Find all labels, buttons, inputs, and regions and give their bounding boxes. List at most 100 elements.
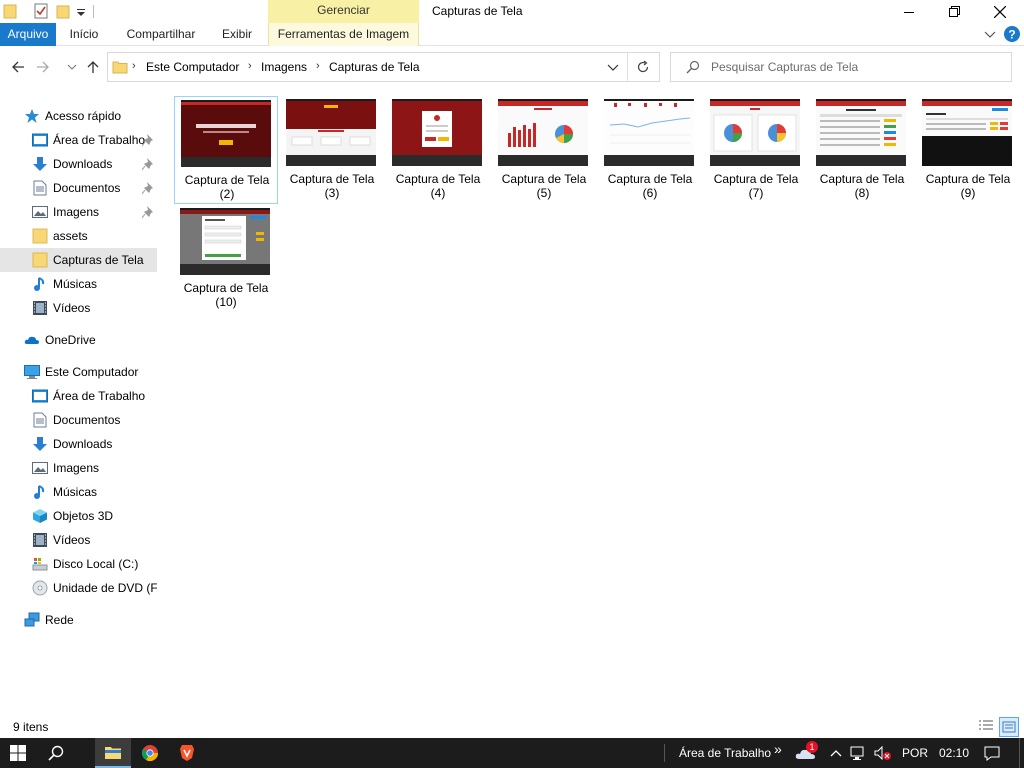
tab-arquivo[interactable]: Arquivo <box>0 23 56 46</box>
minimize-button[interactable] <box>886 0 932 23</box>
thumbnail-image <box>922 99 1012 166</box>
breadcrumb-capturas-de-tela[interactable]: Capturas de Tela <box>329 60 420 74</box>
close-button[interactable] <box>977 0 1023 23</box>
status-bar: 9 itens <box>0 716 1024 738</box>
file-item[interactable]: Captura de Tela (7) <box>704 96 808 204</box>
sidebar-item-label: Rede <box>45 613 74 627</box>
breadcrumb-este-computador[interactable]: Este Computador <box>146 60 239 74</box>
breadcrumb-chevron-icon[interactable]: › <box>132 60 136 72</box>
notification-badge: 1 <box>806 741 818 753</box>
dvd-icon <box>32 580 48 596</box>
pin-icon[interactable] <box>141 157 154 171</box>
details-view-button[interactable] <box>977 717 997 737</box>
breadcrumb-chevron-icon[interactable]: › <box>248 60 252 72</box>
volume-muted-icon[interactable] <box>872 738 894 768</box>
sidebar-item-pc-area-de-trabalho[interactable]: Área de Trabalho <box>0 384 157 408</box>
tab-ferramentas-de-imagem[interactable]: Ferramentas de Imagem <box>268 23 419 46</box>
start-button[interactable] <box>0 738 36 768</box>
sidebar-item-rede[interactable]: Rede <box>0 608 157 632</box>
desktop-icon <box>32 132 48 148</box>
network-tray-icon[interactable] <box>848 738 870 768</box>
sidebar-item-unidade-dvd[interactable]: Unidade de DVD (F:) <box>0 576 157 600</box>
folder-icon <box>112 60 128 77</box>
ribbon-tabs: Arquivo Início Compartilhar Exibir Ferra… <box>0 23 1024 46</box>
search-input[interactable]: Pesquisar Capturas de Tela <box>711 60 858 74</box>
refresh-icon[interactable] <box>636 60 650 77</box>
file-item[interactable]: Captura de Tela (9) <box>916 96 1020 204</box>
sidebar-item-acesso-rapido[interactable]: Acesso rápido <box>0 104 157 128</box>
download-icon <box>32 436 48 452</box>
maximize-button[interactable] <box>931 0 977 23</box>
sidebar-item-pc-documentos[interactable]: Documentos <box>0 408 157 432</box>
expand-ribbon-icon[interactable] <box>984 28 996 43</box>
toolbar-expand-icon[interactable]: » <box>774 741 782 757</box>
show-hidden-icons-button[interactable] <box>826 738 846 768</box>
thumbnail-image <box>180 208 270 275</box>
new-folder-icon[interactable] <box>56 3 74 21</box>
sidebar-item-downloads[interactable]: Downloads <box>0 152 157 176</box>
address-dropdown-icon[interactable] <box>607 62 619 76</box>
sidebar-item-label: Este Computador <box>45 365 139 379</box>
window-title: Capturas de Tela <box>432 4 523 18</box>
large-icons-view-button[interactable] <box>999 717 1019 737</box>
help-icon[interactable]: ? <box>1004 26 1020 45</box>
file-name: Captura de Tela (7) <box>713 172 799 200</box>
sidebar-item-area-de-trabalho[interactable]: Área de Trabalho <box>0 128 157 152</box>
file-item[interactable]: Captura de Tela (8) <box>810 96 914 204</box>
breadcrumb-chevron-icon[interactable]: › <box>316 60 320 72</box>
show-desktop-button[interactable] <box>1019 738 1020 768</box>
tab-compartilhar[interactable]: Compartilhar <box>118 23 204 46</box>
tab-inicio[interactable]: Início <box>60 23 108 46</box>
forward-button[interactable] <box>33 57 53 77</box>
language-indicator[interactable]: POR <box>902 746 928 760</box>
file-item[interactable]: Captura de Tela (4) <box>386 96 490 204</box>
sidebar-item-disco-local[interactable]: Disco Local (C:) <box>0 552 157 576</box>
chrome-taskbar-button[interactable] <box>132 738 168 768</box>
sidebar-item-label: Downloads <box>53 437 113 451</box>
file-item[interactable]: Captura de Tela (3) <box>280 96 384 204</box>
cube-icon <box>32 508 48 524</box>
sidebar-item-assets[interactable]: assets <box>0 224 157 248</box>
breadcrumb-imagens[interactable]: Imagens <box>261 60 307 74</box>
file-explorer-taskbar-button[interactable] <box>95 738 131 768</box>
file-item[interactable]: Captura de Tela (2) <box>174 96 278 204</box>
search-box[interactable]: Pesquisar Capturas de Tela <box>670 52 1012 82</box>
pin-icon[interactable] <box>141 181 154 195</box>
file-item[interactable]: Captura de Tela (6) <box>598 96 702 204</box>
sidebar-item-label: Capturas de Tela <box>53 253 144 267</box>
file-item[interactable]: Captura de Tela (10) <box>174 205 278 313</box>
sidebar-item-label: OneDrive <box>45 333 96 347</box>
sidebar-item-onedrive[interactable]: OneDrive <box>0 328 157 352</box>
sidebar-item-pc-imagens[interactable]: Imagens <box>0 456 157 480</box>
desktop-toolbar-label[interactable]: Área de Trabalho <box>679 746 771 760</box>
sidebar-item-pc-objetos-3d[interactable]: Objetos 3D <box>0 504 157 528</box>
sidebar-item-musicas[interactable]: Músicas <box>0 272 157 296</box>
sidebar-item-pc-downloads[interactable]: Downloads <box>0 432 157 456</box>
sidebar-item-pc-videos[interactable]: Vídeos <box>0 528 157 552</box>
address-bar[interactable]: › Este Computador › Imagens › Capturas d… <box>107 52 660 82</box>
sidebar-item-documentos[interactable]: Documentos <box>0 176 157 200</box>
item-count: 9 itens <box>13 720 49 734</box>
sidebar-item-este-computador[interactable]: Este Computador <box>0 360 157 384</box>
file-name: Captura de Tela (3) <box>289 172 375 200</box>
up-button[interactable] <box>83 57 103 77</box>
sidebar-item-pc-musicas[interactable]: Músicas <box>0 480 157 504</box>
customize-quick-access-icon[interactable] <box>76 3 94 21</box>
sidebar-item-label: Imagens <box>53 205 100 219</box>
sidebar-item-imagens[interactable]: Imagens <box>0 200 157 224</box>
sidebar-item-capturas-de-tela[interactable]: Capturas de Tela <box>0 248 157 272</box>
clock[interactable]: 02:10 <box>939 746 969 760</box>
sidebar-item-videos[interactable]: Vídeos <box>0 296 157 320</box>
pin-icon[interactable] <box>141 205 154 219</box>
recent-locations-button[interactable] <box>62 57 82 77</box>
music-icon <box>32 276 48 292</box>
file-item[interactable]: Captura de Tela (5) <box>492 96 596 204</box>
brave-taskbar-button[interactable] <box>169 738 205 768</box>
search-taskbar-button[interactable] <box>38 738 74 768</box>
pin-icon[interactable] <box>141 133 154 147</box>
notifications-icon[interactable] <box>980 738 1004 768</box>
tab-exibir[interactable]: Exibir <box>213 23 261 46</box>
properties-icon[interactable] <box>33 3 51 21</box>
back-button[interactable] <box>8 57 28 77</box>
separator <box>12 3 16 21</box>
